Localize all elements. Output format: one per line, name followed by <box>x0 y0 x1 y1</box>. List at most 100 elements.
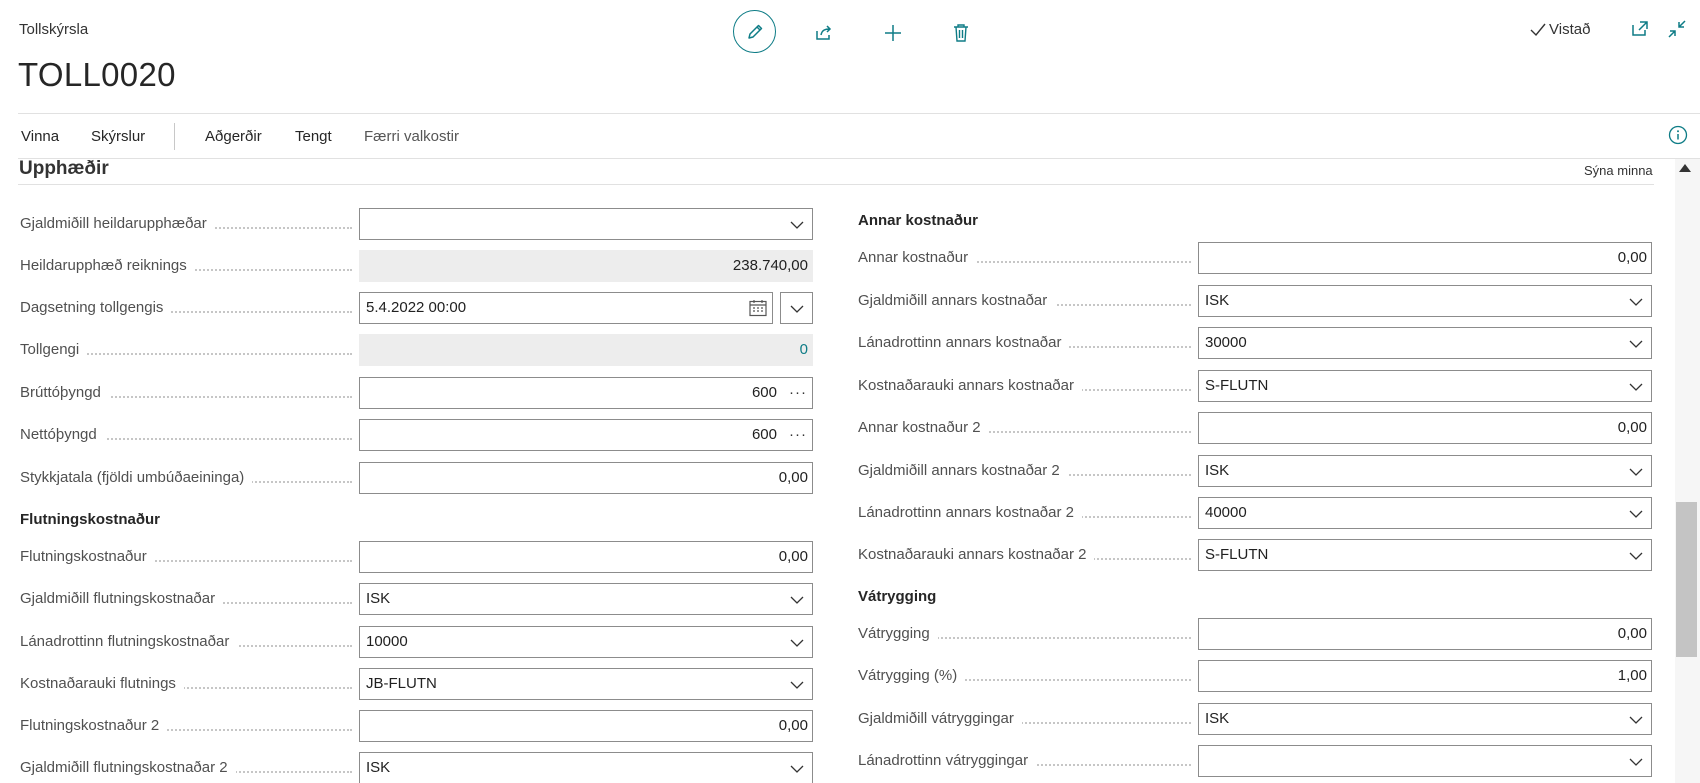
add-button[interactable] <box>870 10 915 55</box>
share-button[interactable] <box>801 10 846 55</box>
chevron-down-icon <box>1629 340 1643 348</box>
field-value: 0,00 <box>778 548 808 565</box>
info-button[interactable] <box>1668 125 1688 145</box>
freight-charge-select[interactable]: JB-FLUTN <box>359 668 813 700</box>
section-title[interactable]: Upphæðir <box>19 158 109 180</box>
menu-vinna[interactable]: Vinna <box>21 128 59 145</box>
field-value: 238.740,00 <box>732 257 808 274</box>
field-label: Dagsetning tollgengis <box>20 299 172 316</box>
insurance-currency-select[interactable]: ISK <box>1198 703 1652 735</box>
field-label: Annar kostnaður 2 <box>858 419 989 436</box>
other-cost-input[interactable]: 0,00 <box>1198 242 1652 274</box>
other-vendor-2-select[interactable]: 40000 <box>1198 497 1652 529</box>
show-less-link[interactable]: Sýna minna <box>1584 163 1653 178</box>
field-other-vendor: Lánadrottinn annars kostnaðar 30000 <box>858 327 1652 359</box>
field-value: ISK <box>1205 710 1230 727</box>
field-label: Stykkjatala (fjöldi umbúðaeininga) <box>20 469 253 486</box>
insurance-vendor-select[interactable] <box>1198 745 1652 777</box>
field-label: Gjaldmiðill flutningskostnaðar <box>20 590 224 607</box>
field-label: Vátrygging (%) <box>858 667 966 684</box>
field-value: S-FLUTN <box>1205 546 1269 563</box>
field-label: Flutningskostnaður <box>20 548 155 565</box>
field-label: Vátrygging <box>858 625 938 642</box>
other-currency-2-select[interactable]: ISK <box>1198 455 1652 487</box>
exchange-rate-value[interactable]: 0 <box>359 334 813 366</box>
divider <box>18 184 1654 185</box>
exchange-date-input[interactable]: 5.4.2022 00:00 <box>359 292 773 324</box>
field-label: Gjaldmiðill annars kostnaðar 2 <box>858 462 1068 479</box>
chevron-down-icon <box>1629 552 1643 560</box>
field-insurance: Vátrygging 0,00 <box>858 618 1652 650</box>
chevron-down-icon <box>1629 468 1643 476</box>
group-freight: Flutningskostnaður <box>20 511 160 528</box>
collapse-button[interactable] <box>1667 19 1689 41</box>
freight-vendor-select[interactable]: 10000 <box>359 626 813 658</box>
field-label: Lánadrottinn vátryggingar <box>858 752 1037 769</box>
field-value: ISK <box>366 759 391 776</box>
menu-skyrslur[interactable]: Skýrslur <box>91 128 145 145</box>
menu-tengt[interactable]: Tengt <box>295 128 332 145</box>
calendar-icon[interactable] <box>749 299 767 317</box>
popout-icon <box>1632 21 1648 36</box>
scrollbar-thumb[interactable] <box>1676 502 1697 657</box>
other-cost-2-input[interactable]: 0,00 <box>1198 412 1652 444</box>
net-weight-input[interactable]: 600 ··· <box>359 419 813 451</box>
field-exchange-date: Dagsetning tollgengis 5.4.2022 00:00 <box>20 292 813 324</box>
exchange-date-dropdown-button[interactable] <box>780 292 813 324</box>
package-count-input[interactable]: 0,00 <box>359 462 813 494</box>
freight-currency-2-select[interactable]: ISK <box>359 752 813 783</box>
field-value: 0,00 <box>778 717 808 734</box>
field-insurance-vendor: Lánadrottinn vátryggingar <box>858 745 1652 777</box>
menu-adgerdir[interactable]: Aðgerðir <box>205 128 262 145</box>
info-icon <box>1668 125 1688 145</box>
page-title: TOLL0020 <box>18 56 176 93</box>
delete-icon <box>953 23 968 42</box>
freight-currency-select[interactable]: ISK <box>359 583 813 615</box>
field-label: Lánadrottinn annars kostnaðar 2 <box>858 504 1082 521</box>
other-charge-2-select[interactable]: S-FLUTN <box>1198 539 1652 571</box>
freight-cost-input[interactable]: 0,00 <box>359 541 813 573</box>
field-value: 0 <box>799 341 808 358</box>
scroll-up-arrow[interactable] <box>1679 164 1691 172</box>
field-value: JB-FLUTN <box>366 675 437 692</box>
field-package-count: Stykkjatala (fjöldi umbúðaeininga) 0,00 <box>20 462 813 494</box>
field-gross-weight: Brúttóþyngd 600 ··· <box>20 377 813 409</box>
field-freight-cost-2: Flutningskostnaður 2 0,00 <box>20 710 813 742</box>
collapse-icon <box>1668 20 1686 38</box>
freight-cost-2-input[interactable]: 0,00 <box>359 710 813 742</box>
field-value: 0,00 <box>1617 419 1647 436</box>
popout-button[interactable] <box>1630 19 1652 41</box>
field-other-charge-2: Kostnaðarauki annars kostnaðar 2 S-FLUTN <box>858 539 1652 571</box>
chevron-down-icon <box>790 765 804 773</box>
field-freight-currency: Gjaldmiðill flutningskostnaðar ISK <box>20 583 813 615</box>
saved-label: Vistað <box>1549 21 1591 38</box>
field-invoice-total: Heildarupphæð reiknings 238.740,00 <box>20 250 813 282</box>
currency-total-select[interactable] <box>359 208 813 240</box>
other-vendor-select[interactable]: 30000 <box>1198 327 1652 359</box>
insurance-input[interactable]: 0,00 <box>1198 618 1652 650</box>
group-other-cost: Annar kostnaður <box>858 212 979 229</box>
menu-fewer-options[interactable]: Færri valkostir <box>364 128 459 145</box>
field-label: Tollgengi <box>20 341 88 358</box>
scrollbar[interactable] <box>1675 159 1700 783</box>
edit-button[interactable] <box>733 10 776 53</box>
more-icon[interactable]: ··· <box>789 378 807 408</box>
other-charge-select[interactable]: S-FLUTN <box>1198 370 1652 402</box>
chevron-down-icon <box>790 681 804 689</box>
field-currency-total: Gjaldmiðill heildarupphæðar <box>20 208 813 240</box>
field-value: 1,00 <box>1617 667 1647 684</box>
field-label: Kostnaðarauki annars kostnaðar 2 <box>858 546 1095 563</box>
gross-weight-input[interactable]: 600 ··· <box>359 377 813 409</box>
field-label: Flutningskostnaður 2 <box>20 717 168 734</box>
other-currency-select[interactable]: ISK <box>1198 285 1652 317</box>
field-label: Nettóþyngd <box>20 426 105 443</box>
delete-button[interactable] <box>938 10 983 55</box>
saved-status: Vistað <box>1530 21 1590 38</box>
share-icon <box>815 24 831 40</box>
field-insurance-percent: Vátrygging (%) 1,00 <box>858 660 1652 692</box>
field-exchange-rate: Tollgengi 0 <box>20 334 813 366</box>
more-icon[interactable]: ··· <box>789 420 807 450</box>
chevron-down-icon <box>790 305 804 313</box>
insurance-percent-input[interactable]: 1,00 <box>1198 660 1652 692</box>
field-label: Gjaldmiðill heildarupphæðar <box>20 215 215 232</box>
